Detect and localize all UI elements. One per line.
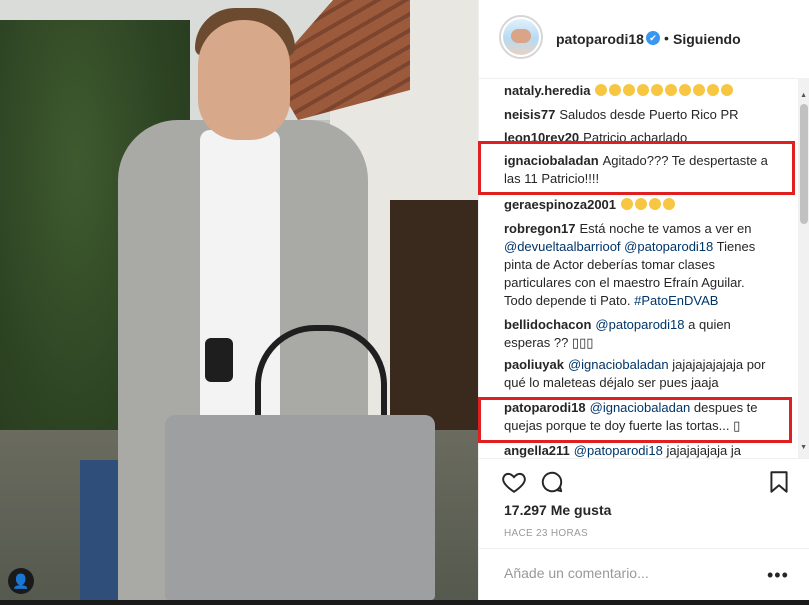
comment-text: Saludos desde Puerto Rico PR xyxy=(559,107,739,122)
emoji-icon xyxy=(637,84,650,96)
comment-username[interactable]: robregon17 xyxy=(504,221,576,236)
post-side-panel: patoparodi18 ✔ • Siguiendo nataly.heredi… xyxy=(478,0,809,600)
likes-count[interactable]: 17.297 Me gusta xyxy=(504,502,611,518)
user-tag-icon[interactable]: 👤 xyxy=(8,568,34,594)
comment-item: paoliuyak @ignaciobaladan jajajajajajaja … xyxy=(504,356,774,392)
emoji-icon xyxy=(623,84,636,96)
comment-mention[interactable]: @devueltaalbarrioof xyxy=(504,239,621,254)
annotation-highlight-box xyxy=(478,141,795,195)
scroll-down-arrow-icon[interactable]: ▼ xyxy=(800,444,807,451)
photo-bag xyxy=(165,415,435,600)
add-comment-input[interactable]: Añade un comentario... xyxy=(504,565,649,581)
emoji-icon xyxy=(663,198,676,210)
author-username[interactable]: patoparodi18 xyxy=(556,31,644,47)
emoji-icon xyxy=(665,84,678,96)
post-photo[interactable]: 👤 xyxy=(0,0,478,600)
verified-badge-icon: ✔ xyxy=(646,31,660,45)
follow-status-button[interactable]: Siguiendo xyxy=(673,31,741,47)
add-comment-bar: Añade un comentario... ••• xyxy=(479,548,809,601)
emoji-icon xyxy=(679,84,692,96)
comment-username[interactable]: geraespinoza2001 xyxy=(504,197,616,212)
scroll-up-arrow-icon[interactable]: ▲ xyxy=(800,92,807,99)
bottom-edge xyxy=(0,600,809,605)
post-header: patoparodi18 ✔ • Siguiendo xyxy=(479,0,809,79)
comment-item: neisis77 Saludos desde Puerto Rico PR xyxy=(504,106,794,124)
avatar[interactable] xyxy=(503,19,539,55)
scrollbar-thumb[interactable] xyxy=(800,104,808,224)
comment-mention[interactable]: @patoparodi18 xyxy=(624,239,713,254)
emoji-icon xyxy=(621,198,634,210)
comment-item: angella211 @patoparodi18 jajajajajaja ja xyxy=(504,442,794,458)
header-separator: • xyxy=(664,30,669,46)
emoji-icons xyxy=(594,83,734,98)
emoji-icon xyxy=(693,84,706,96)
comment-username[interactable]: nataly.heredia xyxy=(504,83,590,98)
comment-mention[interactable]: @ignaciobaladan xyxy=(568,357,669,372)
photo-head xyxy=(198,20,290,140)
post-actions: 17.297 Me gusta HACE 23 HORAS xyxy=(479,458,809,559)
emoji-icon xyxy=(595,84,608,96)
more-options-icon[interactable]: ••• xyxy=(767,565,789,586)
heart-icon[interactable] xyxy=(501,469,527,495)
photo-watch xyxy=(205,338,233,382)
comment-item: robregon17 Está noche te vamos a ver en @… xyxy=(504,220,774,310)
emoji-icon xyxy=(707,84,720,96)
comment-username[interactable]: angella211 xyxy=(504,443,570,458)
comment-username[interactable]: neisis77 xyxy=(504,107,555,122)
emoji-icon xyxy=(635,198,648,210)
bookmark-icon[interactable] xyxy=(766,469,792,495)
comment-username[interactable]: bellidochacon xyxy=(504,317,591,332)
emoji-icon xyxy=(649,198,662,210)
comment-mention[interactable]: @patoparodi18 xyxy=(595,317,684,332)
annotation-highlight-box xyxy=(478,397,792,443)
post-timestamp[interactable]: HACE 23 HORAS xyxy=(504,528,588,539)
comment-hashtag[interactable]: #PatoEnDVAB xyxy=(634,293,718,308)
comment-mention[interactable]: @patoparodi18 xyxy=(574,443,663,458)
emoji-icons xyxy=(620,197,676,212)
comment-username[interactable]: paoliuyak xyxy=(504,357,564,372)
comment-item: geraespinoza2001 xyxy=(504,196,794,214)
comment-item: nataly.heredia xyxy=(504,82,794,100)
emoji-icon xyxy=(651,84,664,96)
comment-text: jajajajajaja ja xyxy=(666,443,741,458)
emoji-icon xyxy=(721,84,734,96)
instagram-post-view: 👤 patoparodi18 ✔ • Siguiendo nataly.here… xyxy=(0,0,809,605)
comment-text: Está noche te vamos a ver en xyxy=(579,221,752,236)
emoji-icon xyxy=(609,84,622,96)
comment-bubble-icon[interactable] xyxy=(539,469,565,495)
comment-item: bellidochacon @patoparodi18 a quien esper… xyxy=(504,316,764,352)
